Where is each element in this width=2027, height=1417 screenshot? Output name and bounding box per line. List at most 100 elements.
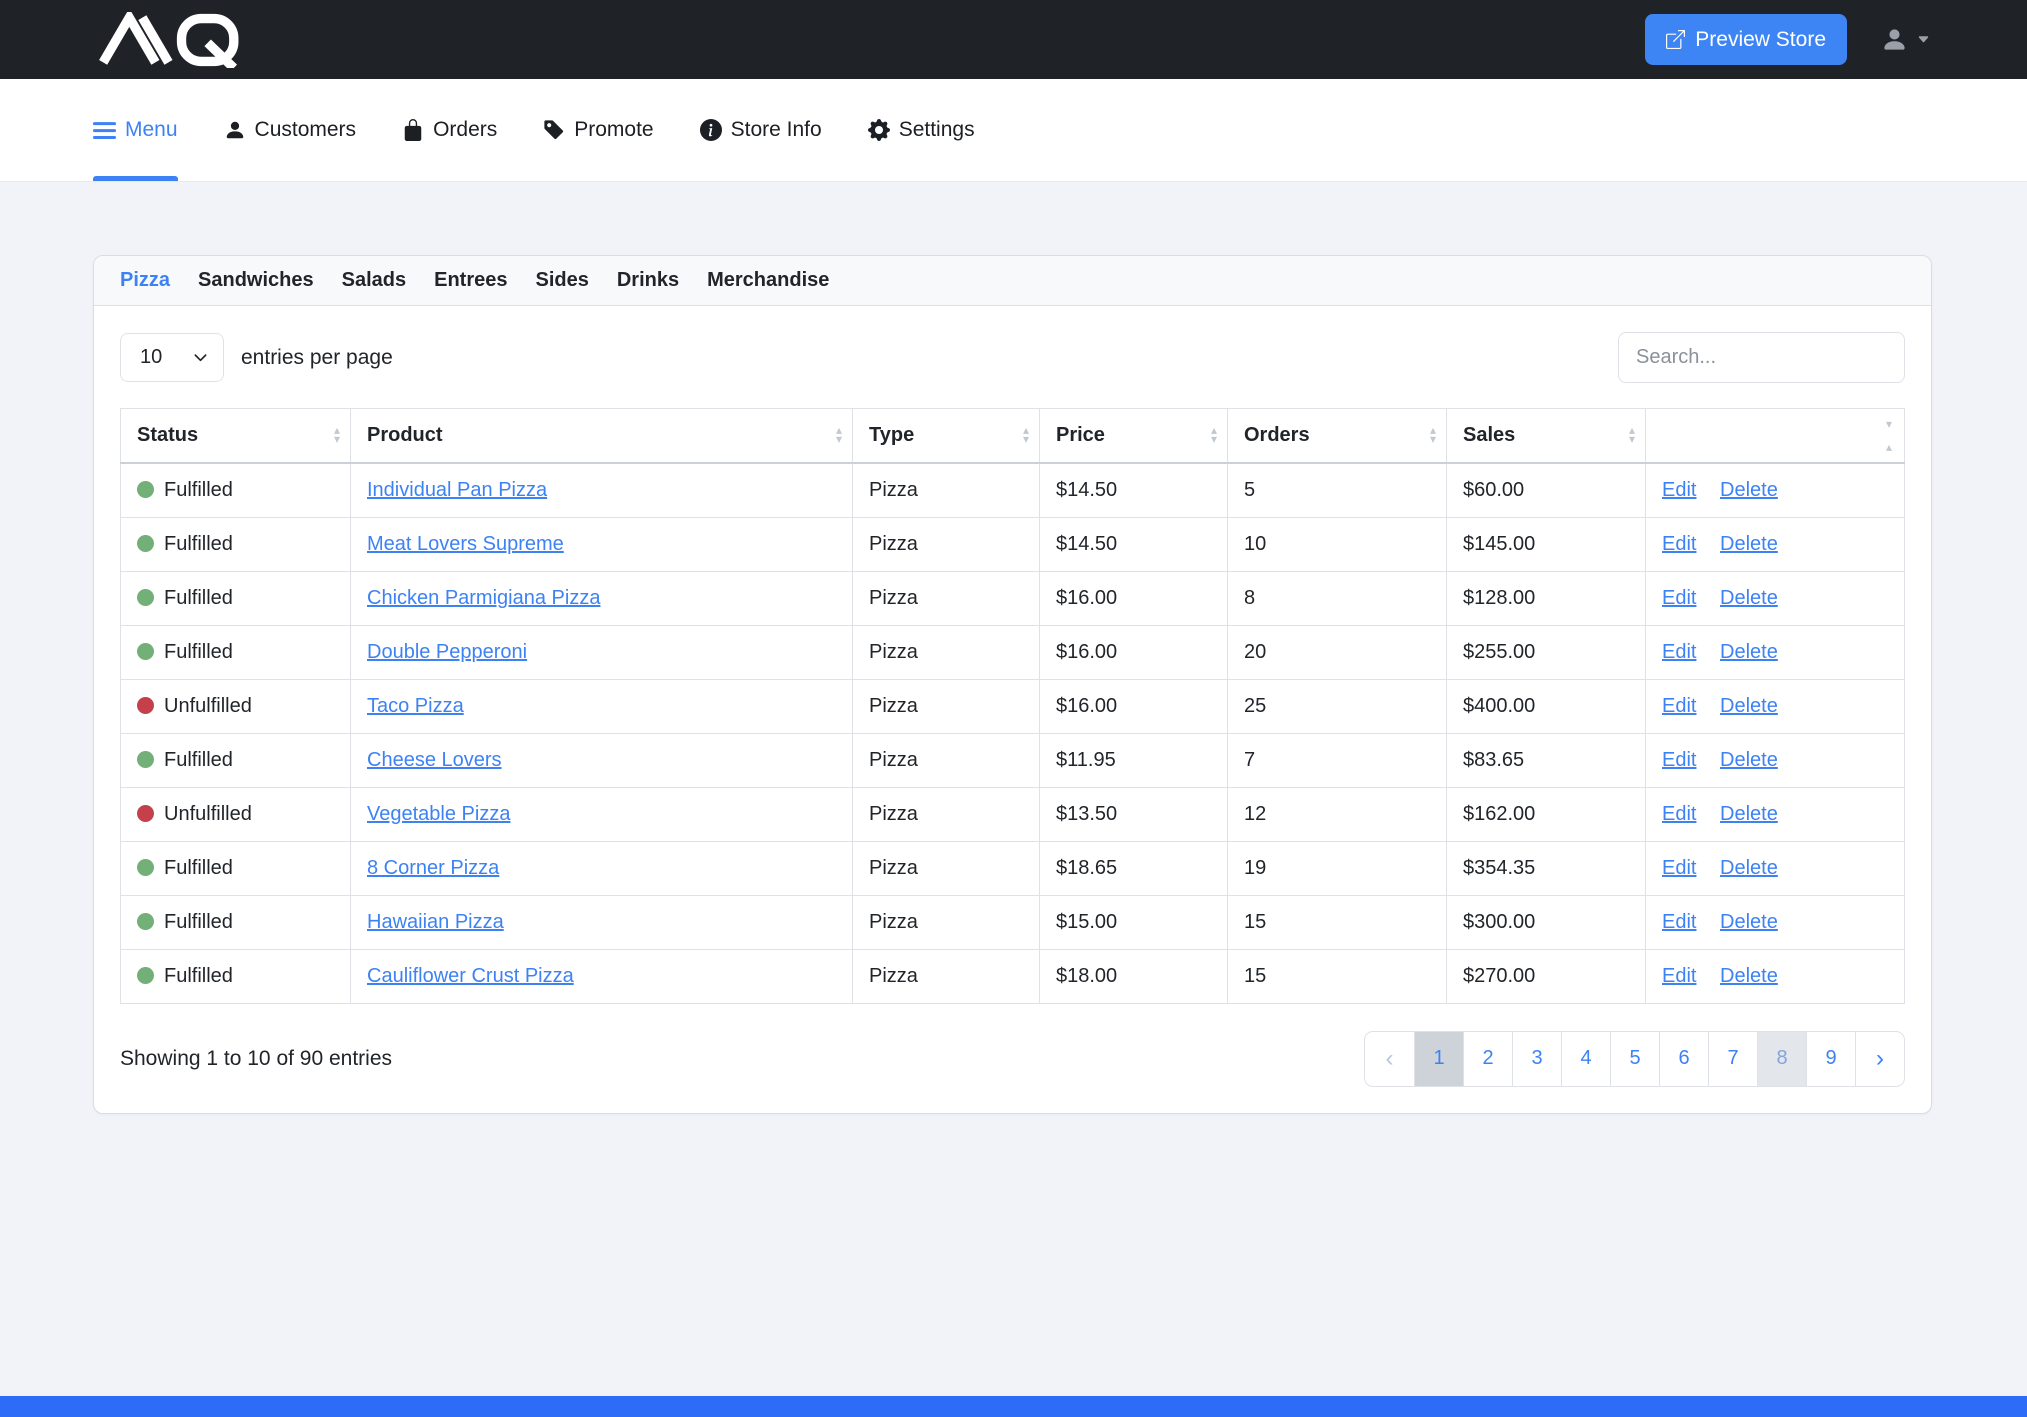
per-page-select[interactable]: 10 [120,333,224,382]
menu-card: Pizza Sandwiches Salads Entrees Sides Dr… [93,255,1932,1114]
price-cell: $16.00 [1040,571,1228,625]
column-header-price[interactable]: Price▴▾ [1040,409,1228,464]
sales-cell: $128.00 [1447,571,1646,625]
nav-item-customers[interactable]: Customers [224,79,357,181]
edit-link[interactable]: Edit [1662,749,1696,771]
column-header-orders[interactable]: Orders▴▾ [1228,409,1447,464]
nav-item-label: Promote [574,118,653,142]
sales-cell: $255.00 [1447,625,1646,679]
status-dot [137,967,154,984]
delete-link[interactable]: Delete [1720,533,1778,555]
column-header-type[interactable]: Type▴▾ [853,409,1040,464]
pagination-page-1[interactable]: 1 [1414,1032,1463,1086]
delete-link[interactable]: Delete [1720,479,1778,501]
type-cell: Pizza [853,517,1040,571]
pagination-page-8[interactable]: 8 [1757,1032,1806,1086]
product-link[interactable]: Individual Pan Pizza [367,479,547,501]
pagination-page-5[interactable]: 5 [1610,1032,1659,1086]
info-circle-icon [700,119,722,141]
nav-item-menu[interactable]: Menu [93,79,178,181]
product-link[interactable]: Hawaiian Pizza [367,911,504,933]
edit-link[interactable]: Edit [1662,911,1696,933]
status-dot [137,535,154,552]
search-input[interactable] [1618,332,1905,383]
orders-cell: 12 [1228,787,1447,841]
brand-logo[interactable] [90,12,260,68]
delete-link[interactable]: Delete [1720,803,1778,825]
pagination-next[interactable]: › [1855,1032,1904,1086]
app: Preview Store Menu [0,0,2027,1417]
pagination-page-6[interactable]: 6 [1659,1032,1708,1086]
topbar-actions: Preview Store [1645,14,1930,65]
column-header-product[interactable]: Product▴▾ [351,409,853,464]
nav-item-label: Store Info [731,118,822,142]
brand-logo-icon [90,12,260,68]
delete-link[interactable]: Delete [1720,965,1778,987]
product-link[interactable]: 8 Corner Pizza [367,857,499,879]
product-link[interactable]: Vegetable Pizza [367,803,510,825]
tab-merchandise[interactable]: Merchandise [707,269,829,292]
edit-link[interactable]: Edit [1662,533,1696,555]
entries-per-page-label: entries per page [241,346,393,370]
nav-item-orders[interactable]: Orders [402,79,497,181]
delete-link[interactable]: Delete [1720,695,1778,717]
preview-store-label: Preview Store [1695,28,1826,52]
sort-icon: ▾▴ [1886,417,1892,454]
pagination-page-7[interactable]: 7 [1708,1032,1757,1086]
price-cell: $14.50 [1040,517,1228,571]
pagination-page-4[interactable]: 4 [1561,1032,1610,1086]
pagination-page-3[interactable]: 3 [1512,1032,1561,1086]
tab-sandwiches[interactable]: Sandwiches [198,269,314,292]
preview-store-button[interactable]: Preview Store [1645,14,1847,65]
type-cell: Pizza [853,787,1040,841]
orders-cell: 20 [1228,625,1447,679]
edit-link[interactable]: Edit [1662,641,1696,663]
delete-link[interactable]: Delete [1720,587,1778,609]
user-menu[interactable] [1881,26,1930,53]
sales-cell: $270.00 [1447,949,1646,1003]
orders-cell: 19 [1228,841,1447,895]
product-link[interactable]: Double Pepperoni [367,641,527,663]
sales-cell: $354.35 [1447,841,1646,895]
edit-link[interactable]: Edit [1662,803,1696,825]
person-icon [224,119,246,141]
price-cell: $15.00 [1040,895,1228,949]
column-header-sales[interactable]: Sales▴▾ [1447,409,1646,464]
sales-cell: $145.00 [1447,517,1646,571]
delete-link[interactable]: Delete [1720,749,1778,771]
tab-drinks[interactable]: Drinks [617,269,679,292]
content: Pizza Sandwiches Salads Entrees Sides Dr… [0,182,2027,1114]
pagination-page-2[interactable]: 2 [1463,1032,1512,1086]
delete-link[interactable]: Delete [1720,641,1778,663]
tab-pizza[interactable]: Pizza [120,269,170,292]
category-tabs: Pizza Sandwiches Salads Entrees Sides Dr… [94,256,1931,306]
delete-link[interactable]: Delete [1720,857,1778,879]
nav-item-store-info[interactable]: Store Info [700,79,822,181]
sales-cell: $162.00 [1447,787,1646,841]
column-header-status[interactable]: Status▴▾ [121,409,351,464]
pagination-page-9[interactable]: 9 [1806,1032,1855,1086]
product-link[interactable]: Chicken Parmigiana Pizza [367,587,600,609]
tab-sides[interactable]: Sides [536,269,589,292]
delete-link[interactable]: Delete [1720,911,1778,933]
edit-link[interactable]: Edit [1662,479,1696,501]
product-link[interactable]: Cheese Lovers [367,749,502,771]
product-link[interactable]: Taco Pizza [367,695,464,717]
table-row: Fulfilled Cauliflower Crust Pizza Pizza … [121,949,1905,1003]
product-link[interactable]: Cauliflower Crust Pizza [367,965,574,987]
nav-item-promote[interactable]: Promote [543,79,653,181]
tab-salads[interactable]: Salads [342,269,406,292]
table-row: Fulfilled 8 Corner Pizza Pizza $18.65 19… [121,841,1905,895]
column-header-actions[interactable]: ▾▴ [1646,409,1905,464]
sales-cell: $300.00 [1447,895,1646,949]
sales-cell: $83.65 [1447,733,1646,787]
orders-cell: 15 [1228,949,1447,1003]
edit-link[interactable]: Edit [1662,857,1696,879]
edit-link[interactable]: Edit [1662,695,1696,717]
tab-entrees[interactable]: Entrees [434,269,507,292]
edit-link[interactable]: Edit [1662,965,1696,987]
pagination-prev[interactable]: ‹ [1365,1032,1414,1086]
nav-item-settings[interactable]: Settings [868,79,975,181]
product-link[interactable]: Meat Lovers Supreme [367,533,564,555]
edit-link[interactable]: Edit [1662,587,1696,609]
